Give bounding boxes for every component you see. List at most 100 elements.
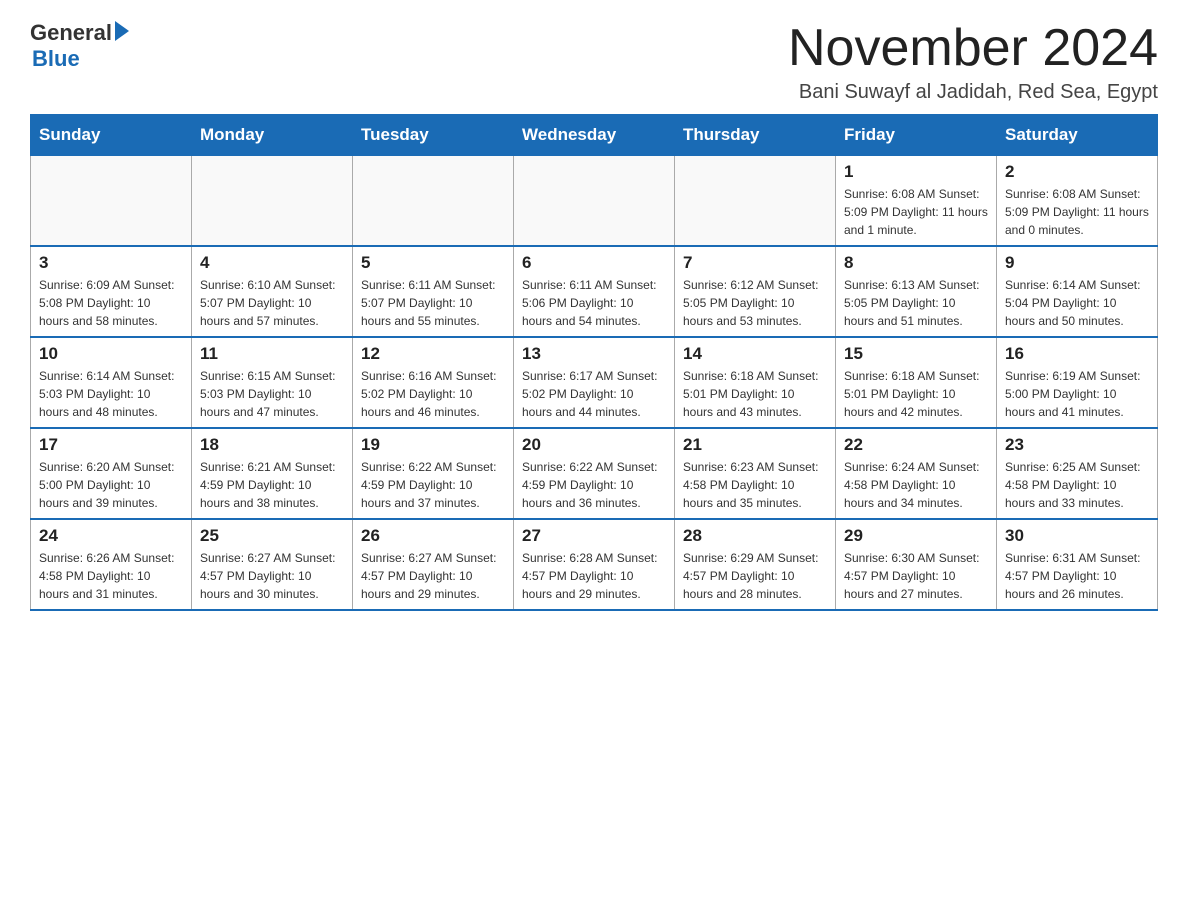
day-number: 3 bbox=[39, 253, 183, 273]
col-wednesday: Wednesday bbox=[514, 115, 675, 156]
calendar-cell: 3 Sunrise: 6:09 AM Sunset: 5:08 PM Daylig… bbox=[31, 246, 192, 337]
day-number: 24 bbox=[39, 526, 183, 546]
day-info: Sunrise: 6:15 AM Sunset: 5:03 PM Dayligh… bbox=[200, 367, 344, 421]
day-info: Sunrise: 6:10 AM Sunset: 5:07 PM Dayligh… bbox=[200, 276, 344, 330]
day-number: 8 bbox=[844, 253, 988, 273]
day-info: Sunrise: 6:21 AM Sunset: 4:59 PM Dayligh… bbox=[200, 458, 344, 512]
day-number: 18 bbox=[200, 435, 344, 455]
calendar-cell: 6 Sunrise: 6:11 AM Sunset: 5:06 PM Daylig… bbox=[514, 246, 675, 337]
page-header: General Blue November 2024 Bani Suwayf a… bbox=[30, 20, 1158, 104]
day-number: 27 bbox=[522, 526, 666, 546]
day-info: Sunrise: 6:14 AM Sunset: 5:03 PM Dayligh… bbox=[39, 367, 183, 421]
calendar-cell: 16 Sunrise: 6:19 AM Sunset: 5:00 PM Dayli… bbox=[997, 337, 1158, 428]
day-info: Sunrise: 6:19 AM Sunset: 5:00 PM Dayligh… bbox=[1005, 367, 1149, 421]
day-info: Sunrise: 6:08 AM Sunset: 5:09 PM Dayligh… bbox=[1005, 185, 1149, 239]
day-number: 28 bbox=[683, 526, 827, 546]
calendar-cell: 11Sunrise: 6:15 AM Sunset: 5:03 PM Dayli… bbox=[192, 337, 353, 428]
day-info: Sunrise: 6:12 AM Sunset: 5:05 PM Dayligh… bbox=[683, 276, 827, 330]
calendar-cell: 17Sunrise: 6:20 AM Sunset: 5:00 PM Dayli… bbox=[31, 428, 192, 519]
calendar-header: Sunday Monday Tuesday Wednesday Thursday… bbox=[31, 115, 1158, 156]
day-info: Sunrise: 6:22 AM Sunset: 4:59 PM Dayligh… bbox=[361, 458, 505, 512]
day-info: Sunrise: 6:25 AM Sunset: 4:58 PM Dayligh… bbox=[1005, 458, 1149, 512]
calendar-cell: 25Sunrise: 6:27 AM Sunset: 4:57 PM Dayli… bbox=[192, 519, 353, 610]
calendar-cell: 5 Sunrise: 6:11 AM Sunset: 5:07 PM Daylig… bbox=[353, 246, 514, 337]
day-info: Sunrise: 6:27 AM Sunset: 4:57 PM Dayligh… bbox=[361, 549, 505, 603]
calendar-cell: 13Sunrise: 6:17 AM Sunset: 5:02 PM Dayli… bbox=[514, 337, 675, 428]
logo-general-text: General bbox=[30, 20, 112, 46]
calendar-week-row: 1 Sunrise: 6:08 AM Sunset: 5:09 PM Daylig… bbox=[31, 156, 1158, 247]
day-number: 22 bbox=[844, 435, 988, 455]
day-number: 6 bbox=[522, 253, 666, 273]
day-info: Sunrise: 6:11 AM Sunset: 5:07 PM Dayligh… bbox=[361, 276, 505, 330]
day-number: 10 bbox=[39, 344, 183, 364]
col-sunday: Sunday bbox=[31, 115, 192, 156]
day-info: Sunrise: 6:27 AM Sunset: 4:57 PM Dayligh… bbox=[200, 549, 344, 603]
day-info: Sunrise: 6:30 AM Sunset: 4:57 PM Dayligh… bbox=[844, 549, 988, 603]
calendar-cell: 24 Sunrise: 6:26 AM Sunset: 4:58 PM Dayli… bbox=[31, 519, 192, 610]
day-number: 21 bbox=[683, 435, 827, 455]
calendar-cell: 26 Sunrise: 6:27 AM Sunset: 4:57 PM Dayli… bbox=[353, 519, 514, 610]
day-info: Sunrise: 6:16 AM Sunset: 5:02 PM Dayligh… bbox=[361, 367, 505, 421]
col-saturday: Saturday bbox=[997, 115, 1158, 156]
calendar-cell: 19Sunrise: 6:22 AM Sunset: 4:59 PM Dayli… bbox=[353, 428, 514, 519]
header-row: Sunday Monday Tuesday Wednesday Thursday… bbox=[31, 115, 1158, 156]
logo-blue-text: Blue bbox=[32, 46, 80, 71]
calendar-cell: 27 Sunrise: 6:28 AM Sunset: 4:57 PM Dayli… bbox=[514, 519, 675, 610]
day-info: Sunrise: 6:14 AM Sunset: 5:04 PM Dayligh… bbox=[1005, 276, 1149, 330]
day-number: 16 bbox=[1005, 344, 1149, 364]
logo-arrow-icon bbox=[115, 21, 129, 41]
day-info: Sunrise: 6:17 AM Sunset: 5:02 PM Dayligh… bbox=[522, 367, 666, 421]
day-info: Sunrise: 6:29 AM Sunset: 4:57 PM Dayligh… bbox=[683, 549, 827, 603]
day-info: Sunrise: 6:26 AM Sunset: 4:58 PM Dayligh… bbox=[39, 549, 183, 603]
calendar-cell: 2 Sunrise: 6:08 AM Sunset: 5:09 PM Daylig… bbox=[997, 156, 1158, 247]
calendar-cell: 10 Sunrise: 6:14 AM Sunset: 5:03 PM Dayli… bbox=[31, 337, 192, 428]
calendar-cell: 12 Sunrise: 6:16 AM Sunset: 5:02 PM Dayli… bbox=[353, 337, 514, 428]
col-thursday: Thursday bbox=[675, 115, 836, 156]
day-number: 26 bbox=[361, 526, 505, 546]
day-info: Sunrise: 6:31 AM Sunset: 4:57 PM Dayligh… bbox=[1005, 549, 1149, 603]
calendar-cell: 18 Sunrise: 6:21 AM Sunset: 4:59 PM Dayli… bbox=[192, 428, 353, 519]
day-number: 1 bbox=[844, 162, 988, 182]
day-info: Sunrise: 6:28 AM Sunset: 4:57 PM Dayligh… bbox=[522, 549, 666, 603]
col-monday: Monday bbox=[192, 115, 353, 156]
day-info: Sunrise: 6:23 AM Sunset: 4:58 PM Dayligh… bbox=[683, 458, 827, 512]
day-number: 4 bbox=[200, 253, 344, 273]
day-number: 23 bbox=[1005, 435, 1149, 455]
calendar-body: 1 Sunrise: 6:08 AM Sunset: 5:09 PM Daylig… bbox=[31, 156, 1158, 611]
calendar-cell: 8 Sunrise: 6:13 AM Sunset: 5:05 PM Daylig… bbox=[836, 246, 997, 337]
calendar-cell: 29Sunrise: 6:30 AM Sunset: 4:57 PM Dayli… bbox=[836, 519, 997, 610]
calendar-cell: 1 Sunrise: 6:08 AM Sunset: 5:09 PM Daylig… bbox=[836, 156, 997, 247]
day-info: Sunrise: 6:11 AM Sunset: 5:06 PM Dayligh… bbox=[522, 276, 666, 330]
title-block: November 2024 Bani Suwayf al Jadidah, Re… bbox=[788, 20, 1158, 104]
day-number: 20 bbox=[522, 435, 666, 455]
calendar-cell bbox=[514, 156, 675, 247]
day-number: 12 bbox=[361, 344, 505, 364]
day-number: 9 bbox=[1005, 253, 1149, 273]
day-info: Sunrise: 6:22 AM Sunset: 4:59 PM Dayligh… bbox=[522, 458, 666, 512]
calendar-cell: 9 Sunrise: 6:14 AM Sunset: 5:04 PM Daylig… bbox=[997, 246, 1158, 337]
day-info: Sunrise: 6:18 AM Sunset: 5:01 PM Dayligh… bbox=[844, 367, 988, 421]
day-info: Sunrise: 6:08 AM Sunset: 5:09 PM Dayligh… bbox=[844, 185, 988, 239]
logo: General Blue bbox=[30, 20, 129, 72]
day-number: 5 bbox=[361, 253, 505, 273]
col-tuesday: Tuesday bbox=[353, 115, 514, 156]
day-number: 30 bbox=[1005, 526, 1149, 546]
day-number: 2 bbox=[1005, 162, 1149, 182]
col-friday: Friday bbox=[836, 115, 997, 156]
calendar-week-row: 3 Sunrise: 6:09 AM Sunset: 5:08 PM Daylig… bbox=[31, 246, 1158, 337]
day-info: Sunrise: 6:09 AM Sunset: 5:08 PM Dayligh… bbox=[39, 276, 183, 330]
calendar-cell: 28 Sunrise: 6:29 AM Sunset: 4:57 PM Dayli… bbox=[675, 519, 836, 610]
day-info: Sunrise: 6:24 AM Sunset: 4:58 PM Dayligh… bbox=[844, 458, 988, 512]
calendar-cell: 14Sunrise: 6:18 AM Sunset: 5:01 PM Dayli… bbox=[675, 337, 836, 428]
month-title: November 2024 bbox=[788, 20, 1158, 77]
day-number: 7 bbox=[683, 253, 827, 273]
day-info: Sunrise: 6:13 AM Sunset: 5:05 PM Dayligh… bbox=[844, 276, 988, 330]
calendar-cell bbox=[192, 156, 353, 247]
calendar-cell: 22 Sunrise: 6:24 AM Sunset: 4:58 PM Dayli… bbox=[836, 428, 997, 519]
location-title: Bani Suwayf al Jadidah, Red Sea, Egypt bbox=[788, 81, 1158, 104]
day-number: 15 bbox=[844, 344, 988, 364]
calendar-cell: 21 Sunrise: 6:23 AM Sunset: 4:58 PM Dayli… bbox=[675, 428, 836, 519]
calendar-cell: 20 Sunrise: 6:22 AM Sunset: 4:59 PM Dayli… bbox=[514, 428, 675, 519]
calendar-week-row: 17Sunrise: 6:20 AM Sunset: 5:00 PM Dayli… bbox=[31, 428, 1158, 519]
calendar-cell: 30 Sunrise: 6:31 AM Sunset: 4:57 PM Dayli… bbox=[997, 519, 1158, 610]
